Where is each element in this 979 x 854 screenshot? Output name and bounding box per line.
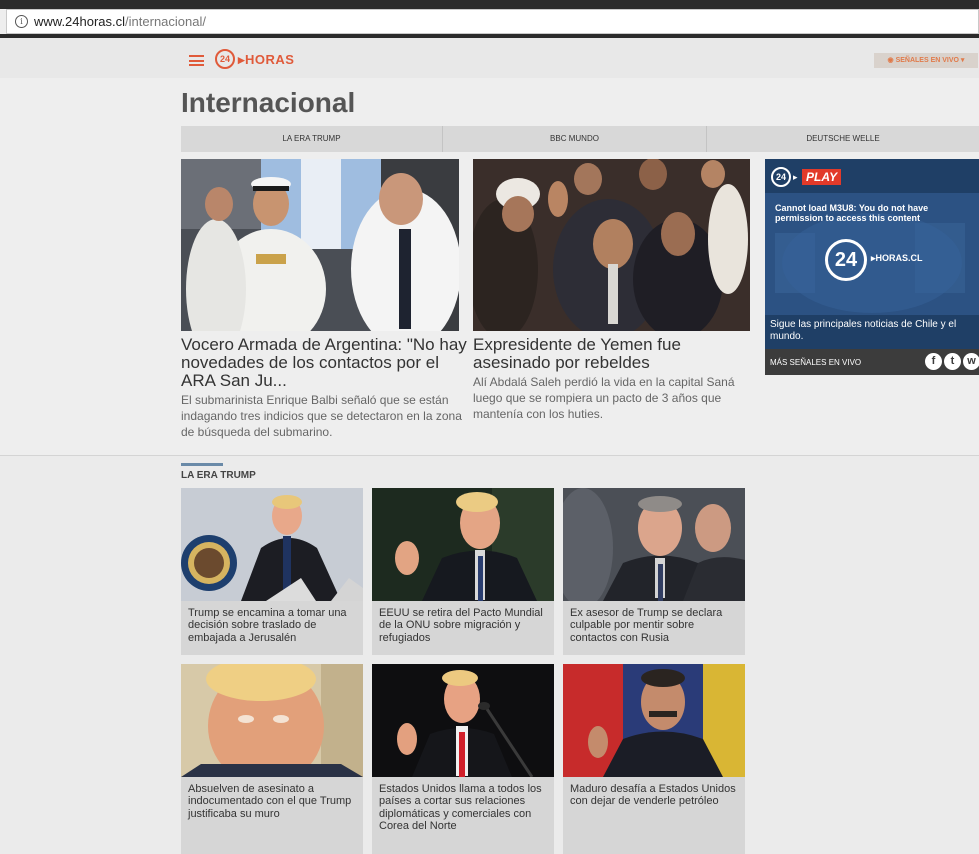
player-logo-circle: 24	[825, 239, 867, 281]
logo-circle[interactable]: 24	[215, 49, 235, 69]
section-tabs: LA ERA TRUMP BBC MUNDO DEUTSCHE WELLE	[181, 126, 979, 152]
news-card-jerusalen[interactable]: Trump se encamina a tomar una decisión s…	[181, 488, 363, 655]
hamburger-menu-icon[interactable]	[189, 55, 204, 66]
play-footer: MÁS SEÑALES EN VIVO f t w	[765, 349, 979, 375]
card-title-jerusalen[interactable]: Trump se encamina a tomar una decisión s…	[181, 601, 363, 648]
play-logo-circle: 24	[771, 167, 791, 187]
news-card-pacto-onu[interactable]: EEUU se retira del Pacto Mundial de la O…	[372, 488, 554, 655]
card-image-asesor[interactable]	[563, 488, 745, 601]
whatsapp-icon[interactable]: w	[963, 353, 979, 370]
address-bar[interactable]: i www.24horas.cl/internacional/	[6, 9, 979, 34]
featured-title-argentina[interactable]: Vocero Armada de Argentina: "No hay nove…	[181, 336, 467, 390]
page-title: Internacional	[181, 87, 356, 118]
card-title-absuelven[interactable]: Absuelven de asesinato a indocumentado c…	[181, 777, 363, 824]
card-image-jerusalen[interactable]	[181, 488, 363, 601]
featured-summary-argentina: El submarinista Enrique Balbi señaló que…	[181, 393, 462, 439]
featured-summary-yemen: Alí Abdalá Saleh perdió la vida en la ca…	[473, 375, 735, 421]
card-image-pacto-onu[interactable]	[372, 488, 554, 601]
twitter-icon[interactable]: t	[944, 353, 961, 370]
url-path: /internacional/	[125, 14, 206, 29]
featured-image-yemen[interactable]	[473, 159, 750, 331]
url-host: www.24horas.cl	[34, 14, 126, 29]
section-title: LA ERA TRUMP	[181, 470, 256, 481]
card-title-pacto-onu[interactable]: EEUU se retira del Pacto Mundial de la O…	[372, 601, 554, 648]
card-image-maduro[interactable]	[563, 664, 745, 777]
play-arrow-icon: ▸	[793, 172, 798, 182]
card-image-absuelven[interactable]	[181, 664, 363, 777]
card-title-asesor[interactable]: Ex asesor de Trump se declara culpable p…	[563, 601, 745, 648]
featured-title-yemen[interactable]: Expresidente de Yemen fue asesinado por …	[473, 336, 753, 372]
browser-chrome-top	[0, 0, 979, 9]
play-widget: 24 ▸ PLAY Cannot load M3U8: You do not h…	[765, 159, 979, 375]
live-signals-button[interactable]: ◉ SEÑALES EN VIVO ▾	[874, 53, 978, 68]
tab-bbc-mundo[interactable]: BBC MUNDO	[443, 126, 707, 152]
section-accent-bar	[181, 463, 223, 466]
play-caption: Sigue las principales noticias de Chile …	[770, 319, 957, 342]
site-header	[0, 38, 979, 78]
more-signals-link[interactable]: MÁS SEÑALES EN VIVO	[770, 358, 861, 367]
info-icon[interactable]: i	[15, 15, 28, 28]
card-image-corea[interactable]	[372, 664, 554, 777]
logo-text[interactable]: ▸HORAS	[238, 52, 294, 68]
player-logo-text: ▸HORAS.CL	[871, 253, 923, 263]
card-title-corea[interactable]: Estados Unidos llama a todos los países …	[372, 777, 554, 837]
news-card-asesor[interactable]: Ex asesor de Trump se declara culpable p…	[563, 488, 745, 655]
player-error-message: Cannot load M3U8: You do not have permis…	[775, 203, 929, 223]
card-title-maduro[interactable]: Maduro desafía a Estados Unidos con deja…	[563, 777, 745, 812]
news-card-maduro[interactable]: Maduro desafía a Estados Unidos con deja…	[563, 664, 745, 854]
facebook-icon[interactable]: f	[925, 353, 942, 370]
featured-image-argentina[interactable]	[181, 159, 459, 331]
play-brand: PLAY	[802, 169, 842, 185]
news-card-corea[interactable]: Estados Unidos llama a todos los países …	[372, 664, 554, 854]
tab-la-era-trump[interactable]: LA ERA TRUMP	[181, 126, 443, 152]
news-card-absuelven[interactable]: Absuelven de asesinato a indocumentado c…	[181, 664, 363, 854]
video-player[interactable]: Cannot load M3U8: You do not have permis…	[765, 193, 979, 315]
tab-deutsche-welle[interactable]: DEUTSCHE WELLE	[707, 126, 979, 152]
